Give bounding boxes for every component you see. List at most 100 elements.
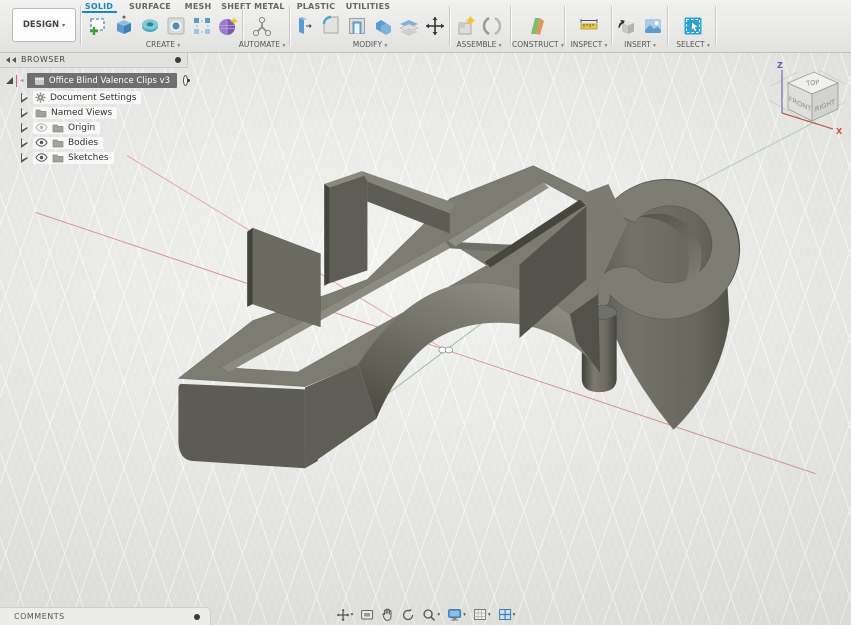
fillet-icon[interactable] xyxy=(320,15,342,37)
hole-icon[interactable] xyxy=(165,15,187,37)
modify-dropdown[interactable]: MODIFY ▾ xyxy=(292,40,448,49)
expand-arrow-icon[interactable] xyxy=(22,124,28,132)
tree-row-origin[interactable]: Origin xyxy=(20,120,188,135)
group-inspect: INSPECT ▾ xyxy=(566,13,612,49)
chevron-down-icon: ▾ xyxy=(653,43,656,49)
eye-hidden-icon[interactable] xyxy=(35,123,48,132)
browser-root-row[interactable]: Office Blind Valence Clips v3 xyxy=(6,73,188,88)
activate-component-radio[interactable] xyxy=(183,75,188,86)
tree-row-named-views[interactable]: Named Views xyxy=(20,105,188,120)
browser-options-icon[interactable] xyxy=(175,57,181,63)
insert-label: INSERT xyxy=(624,40,651,49)
tab-plastic[interactable]: PLASTIC xyxy=(297,2,336,11)
create-dropdown[interactable]: CREATE ▾ xyxy=(84,40,242,49)
tab-solid[interactable]: SOLID xyxy=(85,2,113,11)
create-label: CREATE xyxy=(146,40,175,49)
measure-icon[interactable] xyxy=(578,15,600,37)
chevron-down-icon: ▾ xyxy=(177,43,180,49)
model-flag-edge xyxy=(247,228,253,307)
construct-dropdown[interactable]: CONSTRUCT ▾ xyxy=(512,40,562,49)
nav-display-settings[interactable]: ▾ xyxy=(447,608,466,621)
extrude-icon[interactable] xyxy=(113,15,135,37)
expand-arrow-icon[interactable] xyxy=(22,139,28,147)
tree-row-sketches[interactable]: Sketches xyxy=(20,150,188,165)
nav-orbit[interactable] xyxy=(401,608,415,621)
create-sketch-icon[interactable] xyxy=(87,15,109,37)
comments-bar[interactable]: COMMENTS xyxy=(0,607,211,625)
move-copy-icon[interactable] xyxy=(424,15,446,37)
assemble-dropdown[interactable]: ASSEMBLE ▾ xyxy=(450,40,508,49)
canvas-image-icon[interactable] xyxy=(642,15,664,37)
automate-label: AUTOMATE xyxy=(239,40,280,49)
eye-icon[interactable] xyxy=(20,76,24,85)
folder-icon xyxy=(52,153,64,163)
tab-sheet-metal[interactable]: SHEET METAL xyxy=(221,2,284,11)
shell-icon[interactable] xyxy=(346,15,368,37)
tree-label: Document Settings xyxy=(50,93,136,103)
new-component-icon[interactable] xyxy=(455,15,477,37)
revolve-icon[interactable] xyxy=(139,15,161,37)
comments-label: COMMENTS xyxy=(14,612,194,621)
expand-arrow-icon[interactable] xyxy=(22,154,28,162)
nav-pan-orbit[interactable]: ▾ xyxy=(336,608,354,622)
select-dropdown[interactable]: SELECT ▾ xyxy=(670,40,716,49)
model-body[interactable] xyxy=(178,166,740,469)
tree-row-bodies[interactable]: Bodies xyxy=(20,135,188,150)
modify-label: MODIFY xyxy=(353,40,382,49)
view-cube[interactable]: TOP FRONT RIGHT Z X xyxy=(767,56,847,138)
root-component-pill[interactable]: Office Blind Valence Clips v3 xyxy=(27,73,177,88)
tab-mesh[interactable]: MESH xyxy=(185,2,212,11)
group-create: CREATE ▾ xyxy=(84,13,242,49)
design-menu-button[interactable]: DESIGN ▾ xyxy=(12,8,76,42)
viewports-icon xyxy=(498,608,512,621)
comments-options-icon[interactable] xyxy=(194,614,200,620)
browser-header[interactable]: BROWSER xyxy=(0,52,188,68)
folder-icon xyxy=(35,108,47,118)
tab-utilities[interactable]: UTILITIES xyxy=(346,2,390,11)
browser-title: BROWSER xyxy=(21,55,170,64)
axis-z-label: Z xyxy=(777,61,783,70)
expand-arrow-icon[interactable] xyxy=(22,94,28,102)
nav-grid-settings[interactable]: ▾ xyxy=(473,608,491,621)
folder-icon xyxy=(52,123,64,133)
insert-dropdown[interactable]: INSERT ▾ xyxy=(614,40,666,49)
tree-label: Origin xyxy=(68,123,95,133)
group-assemble: ASSEMBLE ▾ xyxy=(450,13,508,49)
nav-viewports[interactable]: ▾ xyxy=(498,608,516,621)
inspect-dropdown[interactable]: INSPECT ▾ xyxy=(566,40,612,49)
tree-row-document-settings[interactable]: Document Settings xyxy=(20,90,188,105)
expand-arrow-icon[interactable] xyxy=(6,77,13,84)
automate-icon[interactable] xyxy=(251,15,273,37)
collapse-icon[interactable] xyxy=(6,57,10,63)
select-icon[interactable] xyxy=(682,15,704,37)
chevron-down-icon: ▾ xyxy=(283,43,286,49)
nav-zoom[interactable]: ▾ xyxy=(422,608,440,622)
collapse-icon[interactable] xyxy=(12,57,16,63)
expand-arrow-icon[interactable] xyxy=(22,109,28,117)
group-construct: CONSTRUCT ▾ xyxy=(512,13,562,49)
nav-pan[interactable] xyxy=(381,608,394,621)
design-menu-label: DESIGN xyxy=(23,20,59,30)
group-modify: MODIFY ▾ xyxy=(292,13,448,49)
origin-marker[interactable] xyxy=(439,347,453,353)
axis-x-label: X xyxy=(836,127,843,136)
viewport-canvas[interactable]: BROWSER Office Blind Valence Clips v3 Do… xyxy=(0,52,851,625)
offset-faces-icon[interactable] xyxy=(398,15,420,37)
combine-icon[interactable] xyxy=(372,15,394,37)
insert-derive-icon[interactable] xyxy=(616,15,638,37)
gear-icon xyxy=(35,92,46,103)
joint-icon[interactable] xyxy=(481,15,503,37)
chevron-down-icon: ▾ xyxy=(437,612,440,618)
chevron-down-icon: ▾ xyxy=(499,43,502,49)
rectangular-pattern-icon[interactable] xyxy=(191,15,213,37)
chevron-down-icon: ▾ xyxy=(707,43,710,49)
nav-fit[interactable] xyxy=(360,608,374,621)
tab-surface[interactable]: SURFACE xyxy=(129,2,171,11)
tree-label: Bodies xyxy=(68,138,98,148)
eye-icon[interactable] xyxy=(35,153,48,162)
automate-dropdown[interactable]: AUTOMATE ▾ xyxy=(236,40,288,49)
construct-plane-icon[interactable] xyxy=(526,15,548,37)
eye-icon[interactable] xyxy=(35,138,48,147)
press-pull-icon[interactable] xyxy=(294,15,316,37)
chevron-down-icon: ▾ xyxy=(513,612,516,618)
